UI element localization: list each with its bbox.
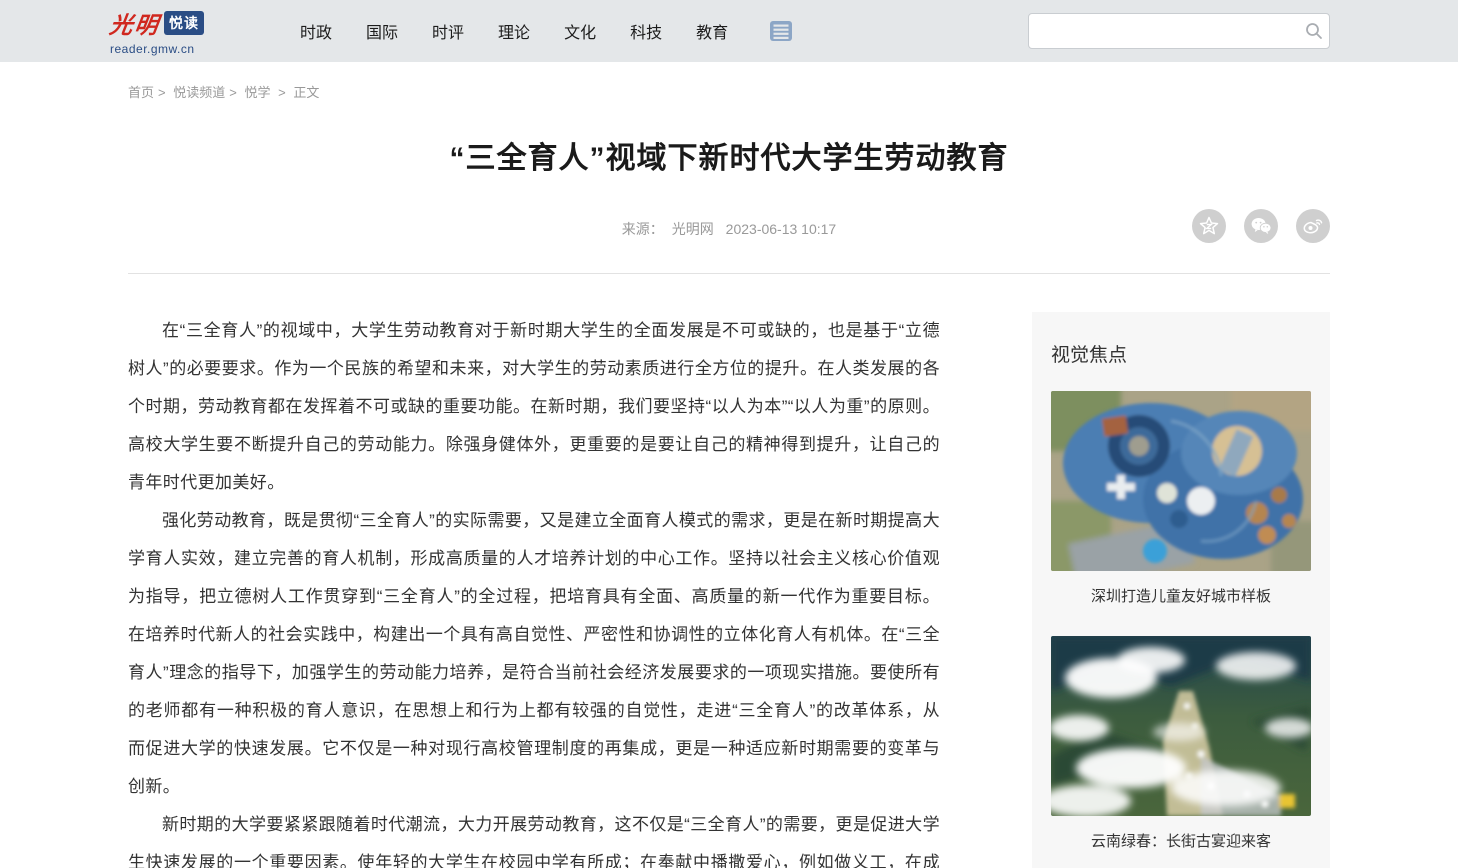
nav-item-culture[interactable]: 文化 bbox=[547, 19, 613, 43]
source-value: 光明网 bbox=[672, 221, 714, 237]
nav-item-theory[interactable]: 理论 bbox=[481, 19, 547, 43]
search-input[interactable] bbox=[1029, 14, 1299, 48]
sidebar-photo-playground[interactable] bbox=[1051, 391, 1311, 571]
weibo-share-icon[interactable] bbox=[1296, 209, 1330, 243]
visual-focus-sidebar: 视觉焦点 bbox=[1032, 312, 1330, 868]
yuedu-badge: 悦读 bbox=[164, 11, 204, 35]
breadcrumb-current-page: 正文 bbox=[293, 85, 319, 100]
nav-item-international[interactable]: 国际 bbox=[349, 19, 415, 43]
nav-item-current-politics[interactable]: 时政 bbox=[283, 19, 349, 43]
article-title: “三全育人”视域下新时代大学生劳动教育 bbox=[128, 133, 1330, 177]
publish-datetime: 2023-06-13 10:17 bbox=[726, 221, 837, 237]
wechat-share-icon[interactable] bbox=[1244, 209, 1278, 243]
sidebar-caption[interactable]: 云南绿春：长街古宴迎来客 bbox=[1051, 830, 1311, 851]
nav-item-commentary[interactable]: 时评 bbox=[415, 19, 481, 43]
search-box bbox=[1028, 13, 1330, 49]
breadcrumb-yuexue[interactable]: 悦学 bbox=[244, 85, 270, 100]
breadcrumb-home[interactable]: 首页 bbox=[128, 85, 154, 100]
sidebar-photo-mountain-village[interactable] bbox=[1051, 636, 1311, 816]
search-icon[interactable] bbox=[1299, 22, 1329, 40]
article-meta-row: 来源： 光明网 2023-06-13 10:17 bbox=[128, 209, 1330, 249]
meta-divider bbox=[128, 273, 1330, 274]
article-paragraph: 在“三全育人”的视域中，大学生劳动教育对于新时期大学生的全面发展是不可或缺的，也… bbox=[128, 312, 940, 502]
nav-item-technology[interactable]: 科技 bbox=[613, 19, 679, 43]
main-nav: 时政 国际 时评 理论 文化 科技 教育 bbox=[283, 19, 745, 43]
nav-item-education[interactable]: 教育 bbox=[679, 19, 745, 43]
breadcrumb-separator: > bbox=[278, 85, 286, 100]
article-paragraph: 新时期的大学要紧紧跟随着时代潮流，大力开展劳动教育，这不仅是“三全育人”的需要，… bbox=[128, 806, 940, 868]
list-menu-icon[interactable] bbox=[769, 20, 793, 42]
sidebar-caption[interactable]: 深圳打造儿童友好城市样板 bbox=[1051, 585, 1311, 606]
breadcrumb-reading-channel[interactable]: 悦读频道 bbox=[173, 85, 225, 100]
share-buttons bbox=[1192, 209, 1330, 243]
article-meta: 来源： 光明网 2023-06-13 10:17 bbox=[128, 209, 1330, 249]
article-paragraph: 强化劳动教育，既是贯彻“三全育人”的实际需要，又是建立全面育人模式的需求，更是在… bbox=[128, 502, 940, 806]
sidebar-title: 视觉焦点 bbox=[1051, 340, 1311, 367]
site-logo[interactable]: 光明 悦读 reader.gmw.cn bbox=[110, 6, 235, 56]
site-domain-text: reader.gmw.cn bbox=[110, 42, 235, 56]
guangming-brand-text: 光明 bbox=[108, 6, 163, 40]
qzone-share-icon[interactable] bbox=[1192, 209, 1226, 243]
top-navigation-bar: 光明 悦读 reader.gmw.cn 时政 国际 时评 理论 文化 科技 教育 bbox=[0, 0, 1458, 62]
source-label: 来源： bbox=[622, 221, 664, 237]
breadcrumb-separator: > bbox=[158, 85, 166, 100]
breadcrumb: 首页 > 悦读频道 > 悦学 > 正文 bbox=[128, 82, 1330, 101]
breadcrumb-separator: > bbox=[229, 85, 237, 100]
article-body: 在“三全育人”的视域中，大学生劳动教育对于新时期大学生的全面发展是不可或缺的，也… bbox=[128, 312, 940, 868]
